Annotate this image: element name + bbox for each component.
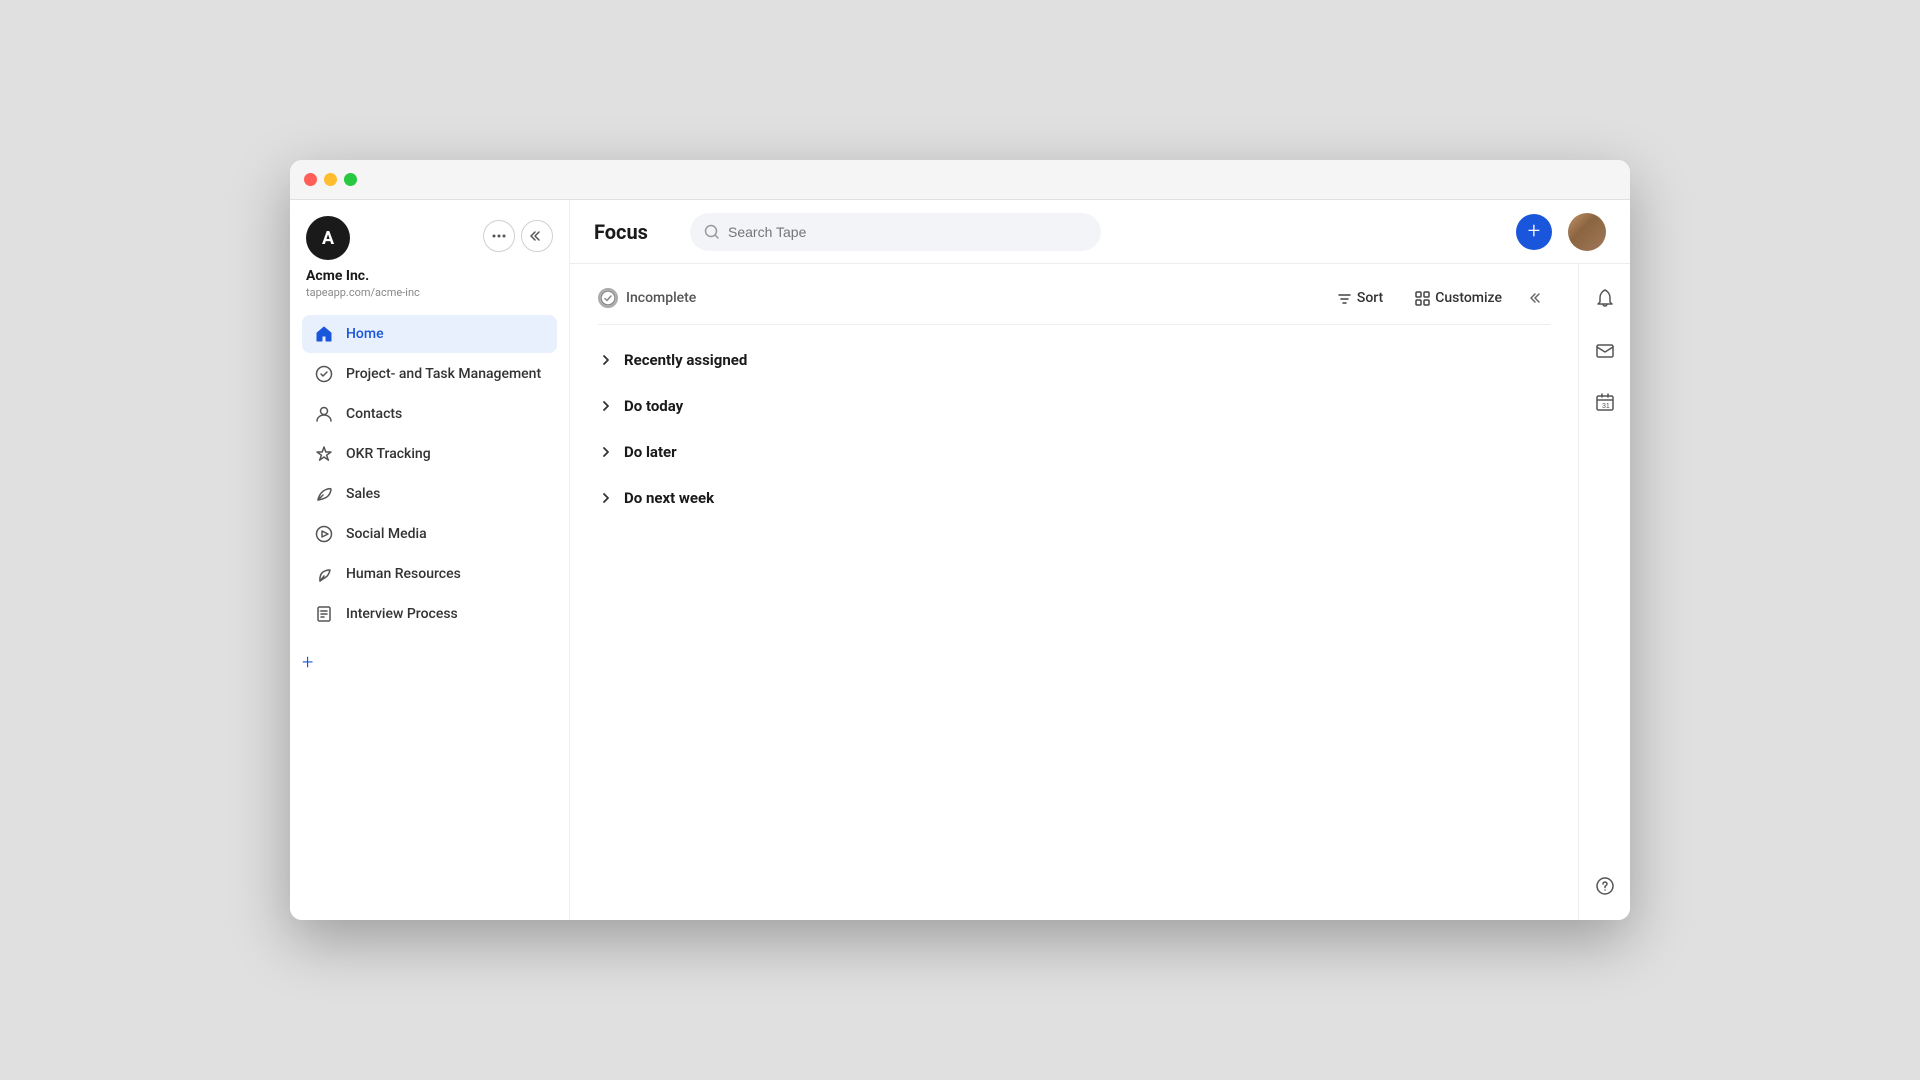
task-group-header-do-next-week[interactable]: Do next week xyxy=(598,479,1550,517)
hr-leaf-icon xyxy=(314,564,334,584)
notification-button[interactable] xyxy=(1587,280,1623,316)
task-group-recently-assigned: Recently assigned xyxy=(598,341,1550,379)
filter-status-label: Incomplete xyxy=(626,290,696,306)
page-content: Incomplete Sort xyxy=(570,264,1630,920)
main-layout: A Acme Inc. tapeapp.com/acme-inc xyxy=(290,200,1630,920)
sidebar-item-home[interactable]: Home xyxy=(302,315,557,353)
chevron-right-icon xyxy=(598,354,614,366)
sidebar-item-hr-label: Human Resources xyxy=(346,566,461,582)
mail-button[interactable] xyxy=(1587,332,1623,368)
page-title: Focus xyxy=(594,220,674,244)
app-window: A Acme Inc. tapeapp.com/acme-inc xyxy=(290,160,1630,920)
sidebar-item-social-media[interactable]: Social Media xyxy=(302,515,557,553)
sidebar-item-project-task[interactable]: Project- and Task Management xyxy=(302,355,557,393)
sidebar-item-social-media-label: Social Media xyxy=(346,526,427,542)
right-panel: 31 xyxy=(1578,264,1630,920)
search-icon xyxy=(704,224,720,240)
task-group-do-later: Do later xyxy=(598,433,1550,471)
document-icon xyxy=(314,604,334,624)
sidebar-navigation: Home Project- and Task Management xyxy=(290,315,569,633)
sidebar-item-sales[interactable]: Sales xyxy=(302,475,557,513)
add-button[interactable]: + xyxy=(1516,214,1552,250)
search-input[interactable] xyxy=(728,224,1087,240)
filter-bar: Incomplete Sort xyxy=(598,284,1550,325)
sidebar: A Acme Inc. tapeapp.com/acme-inc xyxy=(290,200,570,920)
task-groups: Recently assigned Do today xyxy=(598,341,1550,517)
sidebar-item-okr[interactable]: OKR Tracking xyxy=(302,435,557,473)
add-workspace-button[interactable]: + xyxy=(290,641,569,683)
task-group-do-today: Do today xyxy=(598,387,1550,425)
task-group-title: Do later xyxy=(624,443,677,461)
maximize-button[interactable] xyxy=(344,173,357,186)
close-button[interactable] xyxy=(304,173,317,186)
avatar-image xyxy=(1568,213,1606,251)
content-area: Focus + xyxy=(570,200,1630,920)
task-group-title: Do next week xyxy=(624,489,714,507)
collapse-sidebar-button[interactable] xyxy=(521,220,553,252)
avatar[interactable] xyxy=(1568,213,1606,251)
sidebar-item-project-task-label: Project- and Task Management xyxy=(346,366,541,382)
topbar: Focus + xyxy=(570,200,1630,264)
sort-button[interactable]: Sort xyxy=(1325,284,1395,312)
task-group-title: Recently assigned xyxy=(624,351,747,369)
task-group-header-do-later[interactable]: Do later xyxy=(598,433,1550,471)
add-workspace-icon: + xyxy=(302,650,313,674)
sidebar-item-contacts-label: Contacts xyxy=(346,406,402,422)
search-bar[interactable] xyxy=(690,213,1101,251)
incomplete-status-icon xyxy=(598,288,618,308)
sidebar-item-sales-label: Sales xyxy=(346,486,380,502)
customize-button[interactable]: Customize xyxy=(1403,284,1514,312)
chevron-right-icon xyxy=(598,400,614,412)
task-group-title: Do today xyxy=(624,397,683,415)
sidebar-item-interview[interactable]: Interview Process xyxy=(302,595,557,633)
company-name: Acme Inc. xyxy=(306,268,420,284)
chevron-right-icon xyxy=(598,492,614,504)
titlebar xyxy=(290,160,1630,200)
leaf-icon xyxy=(314,484,334,504)
customize-icon xyxy=(1415,291,1430,306)
sidebar-header-actions xyxy=(483,216,553,252)
person-icon xyxy=(314,404,334,424)
play-circle-icon xyxy=(314,524,334,544)
minimize-button[interactable] xyxy=(324,173,337,186)
customize-label: Customize xyxy=(1435,290,1502,306)
calendar-button[interactable]: 31 xyxy=(1587,384,1623,420)
main-content: Incomplete Sort xyxy=(570,264,1578,920)
filter-status[interactable]: Incomplete xyxy=(598,288,696,308)
sidebar-item-hr[interactable]: Human Resources xyxy=(302,555,557,593)
collapse-panel-button[interactable] xyxy=(1522,284,1550,312)
company-logo: A xyxy=(306,216,350,260)
task-group-header-do-today[interactable]: Do today xyxy=(598,387,1550,425)
sidebar-item-okr-label: OKR Tracking xyxy=(346,446,431,462)
star-icon xyxy=(314,444,334,464)
traffic-lights xyxy=(304,173,357,186)
task-group-do-next-week: Do next week xyxy=(598,479,1550,517)
task-group-header-recently-assigned[interactable]: Recently assigned xyxy=(598,341,1550,379)
company-url: tapeapp.com/acme-inc xyxy=(306,286,420,299)
sidebar-item-interview-label: Interview Process xyxy=(346,606,458,622)
help-button[interactable] xyxy=(1587,868,1623,904)
sort-label: Sort xyxy=(1357,290,1383,306)
sidebar-brand: A Acme Inc. tapeapp.com/acme-inc xyxy=(306,216,420,299)
svg-text:31: 31 xyxy=(1602,403,1610,410)
sidebar-item-home-label: Home xyxy=(346,326,384,342)
check-circle-icon xyxy=(314,364,334,384)
sort-icon xyxy=(1337,291,1352,306)
sidebar-item-contacts[interactable]: Contacts xyxy=(302,395,557,433)
sidebar-header: A Acme Inc. tapeapp.com/acme-inc xyxy=(290,216,569,315)
chevron-right-icon xyxy=(598,446,614,458)
more-options-button[interactable] xyxy=(483,220,515,252)
filter-actions: Sort Customize xyxy=(1325,284,1550,312)
home-icon xyxy=(314,324,334,344)
